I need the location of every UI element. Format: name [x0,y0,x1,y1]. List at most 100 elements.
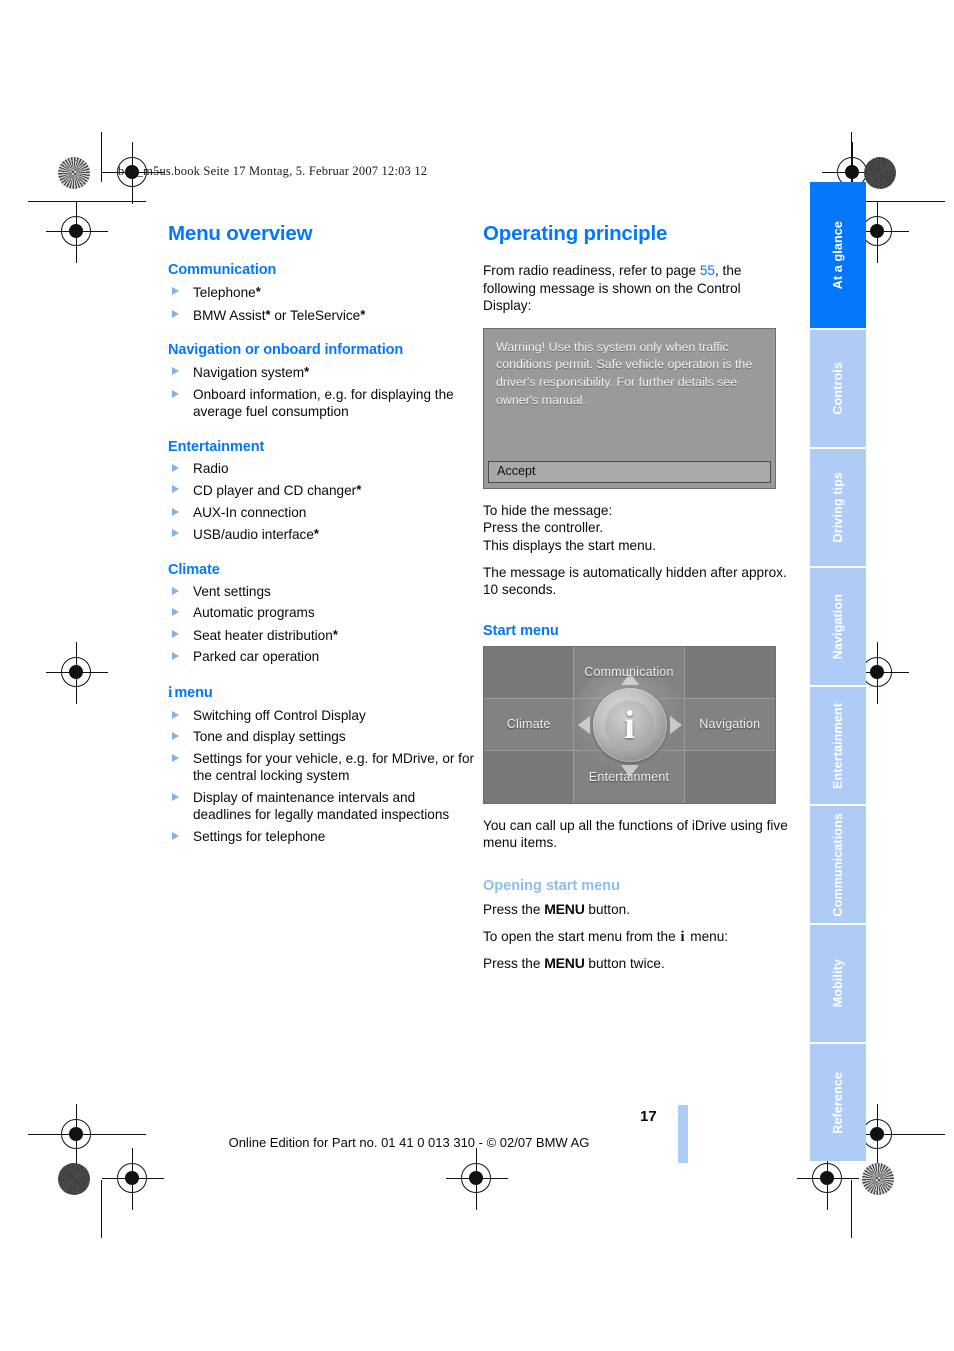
chapter-tab-at-a-glance[interactable]: At a glance [810,182,866,328]
section-heading-entertainment: Entertainment [168,438,265,455]
opening-step-2: To open the start menu from the i menu: [483,928,790,947]
list-item: Display of maintenance intervals and dea… [168,789,475,824]
halftone-target-top-right [864,157,896,189]
list-item-label: Navigation system [193,365,305,380]
chapter-tab-mobility[interactable]: Mobility [810,925,866,1042]
bullet-triangle-icon [172,389,179,398]
chapter-tab-label: Driving tips [831,472,845,543]
intro-text-before: From radio readiness, refer to page [483,263,700,278]
intro-paragraph: From radio readiness, refer to page 55, … [483,262,790,315]
menu-button-key: MENU [544,900,585,917]
footnote-asterisk: * [332,626,338,642]
list-item-label: Settings for your vehicle, e.g. for MDri… [193,750,475,784]
bullet-triangle-icon [172,367,179,375]
start-menu-cell-empty-tl [484,646,575,699]
bullet-triangle-icon [172,287,179,295]
opening-3-before: Press the [483,956,545,972]
start-menu-label-communication: Communication [584,665,674,680]
bullet-triangle-icon [172,629,179,638]
list-item-label: AUX-In connection [193,504,307,520]
start-menu-cell-climate[interactable]: Climate [484,698,575,751]
chapter-tab-label: Entertainment [831,702,845,789]
trim-mark-top-right-vertical [851,132,852,182]
footnote-asterisk: * [356,482,362,497]
footnote-asterisk: * [360,306,366,322]
chapter-tab-label: Communications [831,812,845,917]
hide-line-3: This displays the start menu. [483,537,657,553]
list-item: Settings for your vehicle, e.g. for MDri… [168,750,475,785]
hide-line-1: To hide the message: [483,502,613,518]
footer-imprint: Online Edition for Part no. 01 41 0 013 … [228,1135,590,1150]
bullet-triangle-icon [172,652,179,660]
i-menu-icon: i [680,928,685,945]
list-item: Tone and display settings [168,728,475,746]
section-heading-start-menu: Start menu [483,622,559,639]
page-number-bar [678,1105,688,1163]
accept-button[interactable]: Accept [488,460,771,483]
start-menu-cell-entertainment[interactable]: Entertainment [574,750,685,803]
section-heading-climate: Climate [168,561,220,578]
list-item: Navigation system* [168,363,475,382]
list-i-menu: Switching off Control Display Tone and d… [168,707,475,846]
list-item: Radio [168,460,475,478]
list-item-label: Telephone [193,285,256,300]
warning-message-text: Warning! Use this system only when traff… [496,339,753,407]
list-item-label: USB/audio interface [193,527,314,542]
opening-step-1: Press the MENU button. [483,901,790,919]
bullet-triangle-icon [172,463,179,472]
footer: Online Edition for Part no. 01 41 0 013 … [0,1135,954,1150]
start-menu-cell-empty-tr [684,646,775,699]
chapter-tab-entertainment[interactable]: Entertainment [810,687,866,804]
halftone-target-top-left [58,157,90,189]
list-item-label: Tone and display settings [193,729,346,744]
section-heading-i-menu: i menu [168,684,475,702]
list-item: CD player and CD changer* [168,481,475,500]
chapter-tab-communications[interactable]: Communications [810,806,866,923]
section-heading-navigation-onboard: Navigation or onboard information [168,342,404,358]
chapter-tab-label: Navigation [831,593,845,660]
start-menu-body: You can call up all the functions of iDr… [483,817,788,851]
footnote-asterisk: * [313,526,319,541]
trim-mark-top-left-vertical [101,132,102,182]
bullet-triangle-icon [172,586,179,595]
footnote-asterisk: * [304,364,310,379]
footnote-asterisk: * [255,284,261,299]
page-cross-reference[interactable]: 55 [700,263,715,278]
list-item: AUX-In connection [168,504,475,522]
list-item-label: Vent settings [193,583,271,599]
list-entertainment: Radio CD player and CD changer* AUX-In c… [168,460,475,544]
start-menu-cell-navigation[interactable]: Navigation [684,698,775,751]
start-menu-cell-communication[interactable]: Communication [574,646,685,699]
chapter-tab-controls[interactable]: Controls [810,330,866,447]
bullet-triangle-icon [172,309,179,318]
left-column: Menu overview Communication Telephone* B… [168,222,475,849]
opening-1-before: Press the [483,901,545,917]
page-title-operating-principle: Operating principle [483,222,668,245]
start-menu-cell-empty-br [684,750,775,803]
start-menu-cell-center[interactable] [574,698,685,751]
list-item: Settings for telephone [168,828,475,846]
start-menu-cell-empty-bl [484,750,575,803]
list-item-label: Display of maintenance intervals and dea… [193,789,450,823]
chapter-tab-label: Controls [831,362,845,415]
opening-2-after: menu: [686,928,729,944]
chapter-tab-navigation[interactable]: Navigation [810,568,866,685]
list-item-label: Switching off Control Display [193,707,366,723]
figure-warning-screen: Warning! Use this system only when traff… [483,327,790,489]
list-item: USB/audio interface* [168,525,475,544]
bullet-triangle-icon [172,608,179,616]
bullet-triangle-icon [172,507,179,516]
bullet-triangle-icon [172,529,179,537]
registration-mark-left-middle [46,642,108,704]
list-item-label: Parked car operation [193,649,320,664]
list-item: Vent settings [168,583,475,601]
list-climate: Vent settings Automatic programs Seat he… [168,583,475,666]
start-menu-label-navigation: Navigation [699,717,761,732]
list-item-label: Settings for telephone [193,828,326,844]
page-number: 17 [640,1108,657,1125]
list-item-label: BMW Assist [193,307,266,323]
chapter-tab-driving-tips[interactable]: Driving tips [810,449,866,566]
control-display-start-menu: Communication Climate Navigation Enterta… [483,645,776,804]
registration-mark-left-upper [46,201,108,263]
section-heading-communication: Communication [168,262,277,278]
